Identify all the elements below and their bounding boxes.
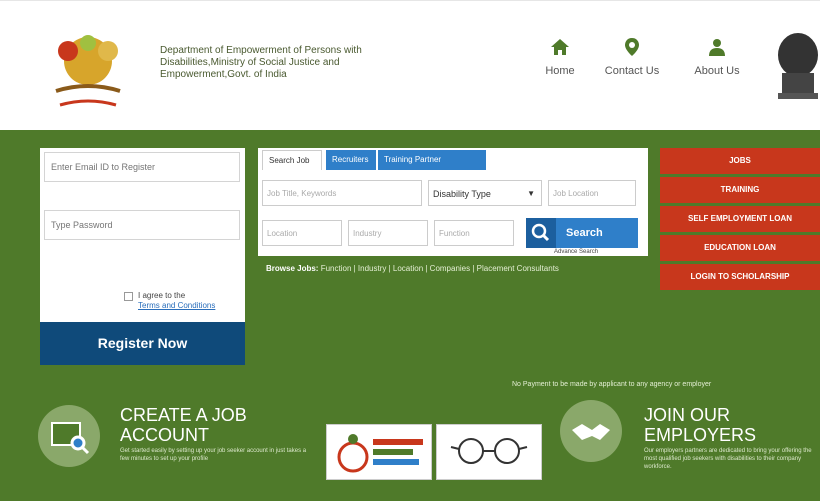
partner-logo-spectacles[interactable] bbox=[436, 424, 542, 480]
browse-jobs-bar: Browse Jobs: Function | Industry | Locat… bbox=[266, 264, 559, 273]
browse-jobs-label: Browse Jobs: bbox=[266, 264, 319, 273]
create-title-line1: CREATE A JOB bbox=[120, 405, 247, 425]
disability-type-label: Disability Type bbox=[433, 189, 491, 199]
logo-icon[interactable] bbox=[38, 31, 138, 123]
create-account-desc: Get started easily by setting up your jo… bbox=[120, 448, 307, 462]
nav-home-label: Home bbox=[545, 65, 575, 77]
industry-select[interactable]: Industry bbox=[348, 220, 428, 246]
self-employment-loan-button[interactable]: SELF EMPLOYMENT LOAN bbox=[660, 206, 820, 232]
department-name: Department of Empowerment of Persons wit… bbox=[160, 45, 362, 80]
disability-type-select[interactable]: Disability Type ▼ bbox=[428, 180, 542, 206]
search-document-icon bbox=[51, 422, 90, 455]
create-title-line2: ACCOUNT bbox=[120, 425, 209, 445]
join-employers-circle[interactable] bbox=[560, 400, 622, 462]
join-title-line1: JOIN OUR bbox=[644, 405, 731, 425]
payment-notice: No Payment to be made by applicant to an… bbox=[512, 381, 712, 388]
handshake-icon bbox=[572, 424, 610, 440]
create-account-circle[interactable] bbox=[38, 405, 100, 467]
nav-home[interactable]: Home bbox=[540, 37, 580, 97]
jobs-button[interactable]: JOBS bbox=[660, 148, 820, 174]
training-button[interactable]: TRAINING bbox=[660, 177, 820, 203]
function-select[interactable]: Function bbox=[434, 220, 514, 246]
home-icon bbox=[551, 39, 569, 55]
job-search-panel: Search Job Recruiters Training Partner J… bbox=[258, 148, 648, 256]
terms-link[interactable]: Terms and Conditions bbox=[138, 301, 238, 311]
password-input[interactable] bbox=[44, 210, 240, 240]
nav-about-us[interactable]: About Us bbox=[688, 37, 746, 97]
join-employers-title[interactable]: JOIN OUR EMPLOYERS bbox=[644, 405, 756, 445]
email-input[interactable] bbox=[44, 152, 240, 182]
search-button[interactable]: Search bbox=[526, 218, 638, 248]
search-icon-box bbox=[526, 218, 556, 248]
person-icon bbox=[709, 39, 725, 56]
accessible-india-logo-icon bbox=[337, 434, 423, 473]
nav-contact-label: Contact Us bbox=[604, 65, 660, 77]
site-header: Department of Empowerment of Persons wit… bbox=[0, 0, 820, 130]
spectacles-logo-icon bbox=[450, 438, 528, 464]
keyword-input[interactable]: Job Title, Keywords bbox=[262, 180, 422, 206]
advanced-search-link[interactable]: Advance Search bbox=[554, 249, 598, 255]
chevron-down-icon: ▼ bbox=[527, 189, 535, 198]
location-pin-icon bbox=[625, 38, 639, 56]
registration-panel: I agree to the Terms and Conditions Regi… bbox=[40, 148, 245, 365]
register-now-button[interactable]: Register Now bbox=[40, 322, 245, 365]
national-emblem-icon bbox=[778, 33, 818, 99]
join-employers-desc: Our employers partners are dedicated to … bbox=[644, 448, 812, 470]
create-account-title[interactable]: CREATE A JOB ACCOUNT bbox=[120, 405, 247, 445]
nav-contact-us[interactable]: Contact Us bbox=[596, 37, 668, 97]
nav-about-label: About Us bbox=[694, 65, 740, 77]
join-title-line2: EMPLOYERS bbox=[644, 425, 757, 445]
education-loan-button[interactable]: EDUCATION LOAN bbox=[660, 235, 820, 261]
search-icon bbox=[531, 223, 550, 242]
tab-search-job[interactable]: Search Job bbox=[262, 150, 322, 170]
agree-checkbox[interactable] bbox=[124, 292, 133, 301]
agree-text: I agree to the bbox=[138, 291, 186, 300]
accessible-india-campaign-logo[interactable] bbox=[326, 424, 432, 480]
agree-label: I agree to the Terms and Conditions bbox=[138, 291, 238, 311]
browse-jobs-links[interactable]: Function | Industry | Location | Compani… bbox=[321, 264, 559, 273]
tab-training-partner[interactable]: Training Partner bbox=[378, 150, 486, 170]
search-button-label: Search bbox=[566, 227, 603, 239]
location-select[interactable]: Location bbox=[262, 220, 342, 246]
tab-recruiters[interactable]: Recruiters bbox=[326, 150, 376, 170]
location-input[interactable]: Job Location bbox=[548, 180, 636, 206]
login-to-scholarship-button[interactable]: LOGIN TO SCHOLARSHIP bbox=[660, 264, 820, 290]
